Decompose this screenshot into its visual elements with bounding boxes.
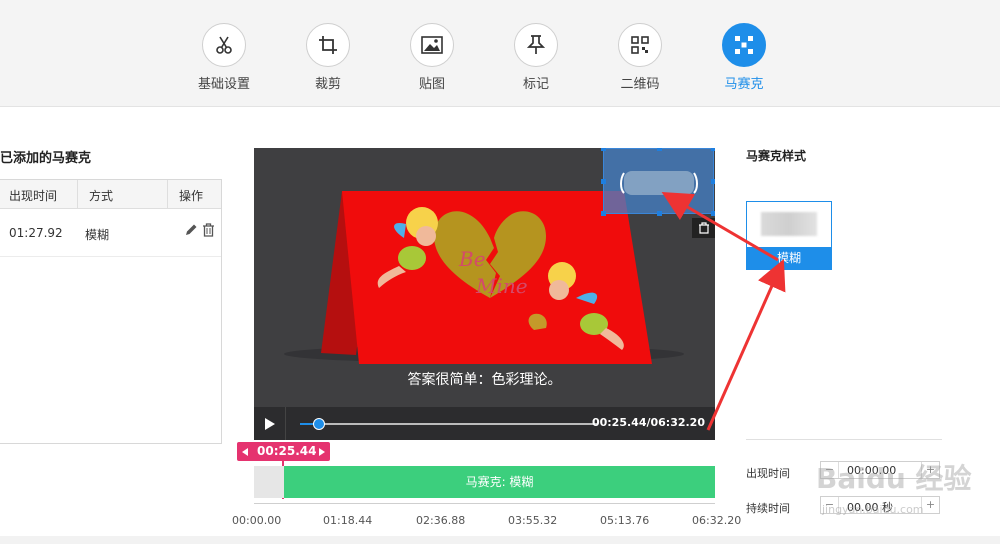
- added-mosaic-title: 已添加的马赛克: [0, 151, 92, 166]
- card-text-be: Be: [458, 247, 486, 271]
- tool-label: 裁剪: [314, 77, 341, 92]
- playhead-time: 00:25.44: [257, 444, 317, 458]
- divider: [746, 439, 942, 440]
- toolbar: 基础设置 裁剪 贴图 标记 二维码 马赛克: [0, 0, 1000, 107]
- watermark-url: jingyan.baidu.com: [822, 503, 924, 516]
- delete-region-icon[interactable]: [692, 218, 715, 238]
- seek-bar[interactable]: [300, 418, 598, 430]
- resize-handle[interactable]: [601, 179, 606, 184]
- watermark: Baidu 经验: [816, 462, 972, 495]
- crop-icon: [306, 23, 350, 67]
- mosaic-region[interactable]: [601, 148, 715, 216]
- playhead-time-tag[interactable]: 00:25.44: [237, 442, 330, 461]
- trash-icon[interactable]: [202, 223, 215, 240]
- resize-handle[interactable]: [657, 211, 662, 216]
- tool-mosaic[interactable]: 马赛克: [714, 23, 774, 92]
- tool-label: 马赛克: [724, 77, 764, 92]
- tick-label: 00:00.00: [232, 514, 282, 527]
- resize-handle[interactable]: [711, 211, 715, 216]
- tick-label: 01:18.44: [323, 514, 373, 527]
- tool-mark[interactable]: 标记: [506, 23, 566, 92]
- pin-icon: [514, 23, 558, 67]
- table-row[interactable]: 01:27.92 模糊: [0, 209, 221, 257]
- tick-label: 06:32.20: [692, 514, 742, 527]
- resize-handle[interactable]: [601, 211, 606, 216]
- tool-crop[interactable]: 裁剪: [298, 23, 358, 92]
- tool-sticker[interactable]: 贴图: [402, 23, 462, 92]
- bottom-strip: [0, 536, 1000, 544]
- seek-thumb[interactable]: [313, 418, 326, 430]
- resize-handle[interactable]: [657, 148, 662, 151]
- time-readout: 00:25.44/06:32.20: [591, 416, 705, 429]
- tick-label: 03:55.32: [508, 514, 558, 527]
- video-subtitle: 答案很简单：色彩理论。: [407, 372, 562, 388]
- tool-label: 贴图: [418, 77, 445, 92]
- table-header: 出现时间 方式 操作: [0, 180, 221, 209]
- timeline-empty-segment: [254, 466, 284, 498]
- duration-label: 持续时间: [746, 502, 790, 515]
- chevron-right-icon[interactable]: [319, 448, 325, 456]
- appear-time-label: 出现时间: [746, 467, 790, 480]
- tool-basic-settings[interactable]: 基础设置: [194, 23, 254, 92]
- mosaic-list-table: 出现时间 方式 操作 01:27.92 模糊: [0, 179, 222, 444]
- blur-preview: [761, 212, 817, 236]
- tick-label: 02:36.88: [416, 514, 466, 527]
- tool-qrcode[interactable]: 二维码: [610, 23, 670, 92]
- timeline-axis: [254, 503, 715, 504]
- style-option-label: 模糊: [747, 247, 831, 269]
- column-header: 出现时间: [9, 189, 58, 203]
- play-icon[interactable]: [254, 407, 286, 440]
- edit-icon[interactable]: [184, 223, 198, 240]
- style-option-blur[interactable]: 模糊: [746, 201, 832, 270]
- chevron-left-icon[interactable]: [242, 448, 248, 456]
- card-text-mine: Mine: [475, 274, 528, 298]
- column-header: 操作: [179, 189, 204, 203]
- resize-handle[interactable]: [601, 148, 606, 151]
- tick-label: 05:13.76: [600, 514, 650, 527]
- row-mode: 模糊: [85, 228, 110, 242]
- tool-label: 标记: [522, 77, 549, 92]
- qrcode-icon: [618, 23, 662, 67]
- image-icon: [410, 23, 454, 67]
- resize-handle[interactable]: [711, 179, 715, 184]
- tool-label: 二维码: [620, 77, 660, 92]
- video-preview[interactable]: Be Mine 答案很简单：色彩理论。 00:25.44/06:32.20: [254, 148, 715, 440]
- column-header: 方式: [89, 189, 114, 203]
- row-time: 01:27.92: [9, 226, 63, 240]
- player-controls: 00:25.44/06:32.20: [254, 407, 715, 440]
- scissors-icon: [202, 23, 246, 67]
- mosaic-icon: [722, 23, 766, 67]
- resize-handle[interactable]: [711, 148, 715, 151]
- tool-label: 基础设置: [197, 77, 250, 92]
- mosaic-style-title: 马赛克样式: [746, 149, 807, 163]
- timeline-mosaic-segment[interactable]: 马赛克: 模糊: [284, 466, 715, 498]
